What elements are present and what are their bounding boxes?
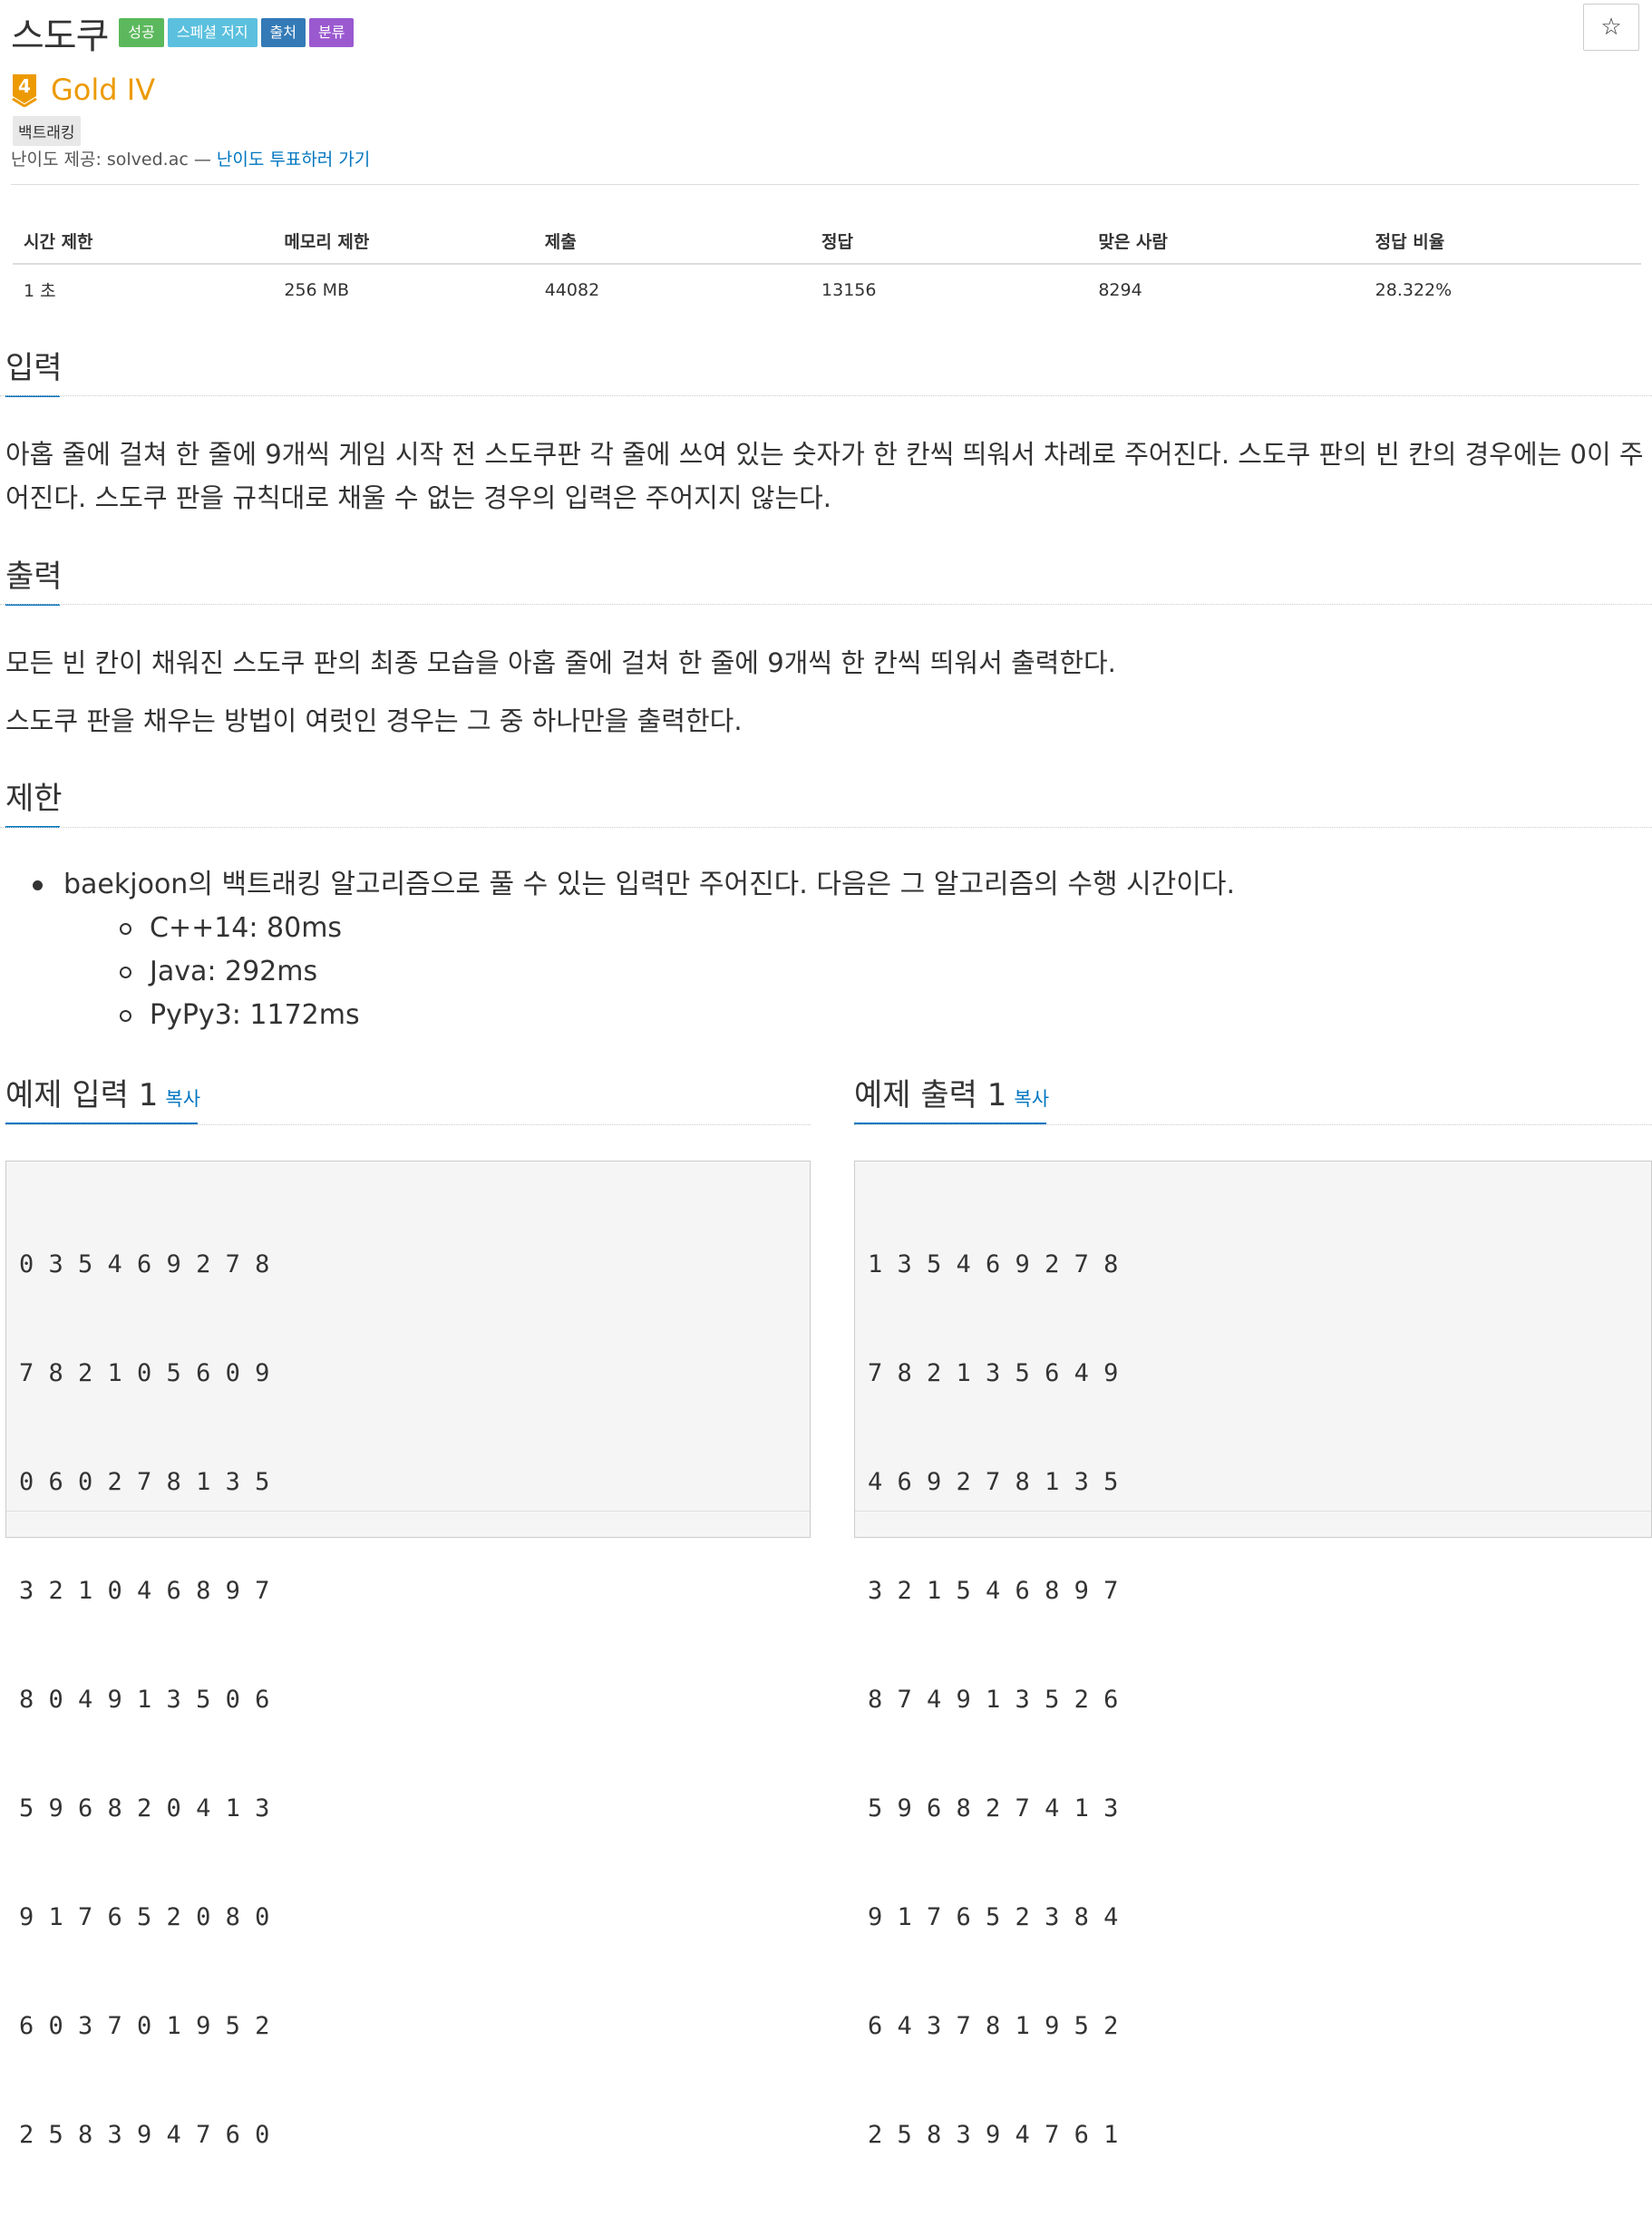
section-divider [0,604,1652,605]
input-description: 아홉 줄에 걸쳐 한 줄에 9개씩 게임 시작 전 스도쿠판 각 줄에 쓰여 있… [5,439,1644,513]
sample-input-title-text: 예제 입력 1 [5,1077,159,1113]
sample-input-title: 예제 입력 1 복사 [5,1070,200,1114]
copy-input-button[interactable]: 복사 [165,1088,200,1110]
code-line: 5 9 6 8 2 7 4 1 3 [868,1794,1119,1823]
code-line: 0 6 0 2 7 8 1 3 5 [19,1468,270,1496]
solvers-value: 8294 [1098,279,1142,300]
list-item: C++14: 80ms [63,907,1235,950]
difficulty-provider: 난이도 제공: solved.ac — 난이도 투표하러 가기 [11,146,370,170]
code-line: 8 0 4 9 1 3 5 0 6 [19,1686,270,1714]
output-title-text: 출력 [5,559,63,595]
list-item: PyPy3: 1172ms [63,994,1235,1037]
tier-text[interactable]: Gold IV [51,73,155,107]
code-line: 6 0 3 7 0 1 9 5 2 [19,2012,270,2040]
provider-prefix: 난이도 제공: solved.ac — [11,150,217,170]
divider [6,1511,810,1537]
limit-title-text: 제한 [5,781,63,817]
tier: 4 Gold IV [11,73,155,107]
code-line: 9 1 7 6 5 2 3 8 4 [868,1903,1119,1931]
circle-bullet-icon [120,923,131,935]
problem-title: 스도쿠 [11,15,109,57]
algorithm-tag[interactable]: 백트래킹 [13,116,81,146]
limit-list: baekjoon의 백트래킹 알고리즘으로 풀 수 있는 입력만 주어진다. 다… [33,863,1235,1037]
limit-item-text: PyPy3: 1172ms [150,999,360,1031]
output-description-2: 스도쿠 판을 채우는 방법이 여럿인 경우는 그 중 하나만을 출력한다. [5,705,743,736]
output-description-1: 모든 빈 칸이 채워진 스도쿠 판의 최종 모습을 아홉 줄에 걸쳐 한 줄에 … [5,647,1116,678]
favorite-button[interactable]: ☆ [1583,4,1639,51]
code-line: 0 3 5 4 6 9 2 7 8 [19,1250,270,1278]
code-line: 1 3 5 4 6 9 2 7 8 [868,1250,1119,1278]
header-accept-ratio: 정답 비율 [1364,218,1641,265]
code-line: 8 7 4 9 1 3 5 2 6 [868,1686,1119,1714]
code-line: 4 6 9 2 7 8 1 3 5 [868,1468,1119,1496]
code-line: 3 2 1 5 4 6 8 9 7 [868,1577,1119,1605]
limit-main-text: baekjoon의 백트래킹 알고리즘으로 풀 수 있는 입력만 주어진다. 다… [63,869,1236,900]
time-limit-value: 1 초 [24,281,56,301]
header-accepted: 정답 [811,218,1088,265]
section-divider [0,827,1652,828]
limit-section-title: 제한 [5,773,63,828]
memory-limit-value: 256 MB [284,279,350,300]
sample-output-title-text: 예제 출력 1 [854,1077,1007,1113]
limit-item-text: Java: 292ms [150,956,318,987]
code-line: 7 8 2 1 0 5 6 0 9 [19,1359,270,1387]
section-divider [854,1124,1652,1125]
divider [855,1511,1651,1537]
limit-item-text: C++14: 80ms [150,912,343,944]
sample-input-box[interactable]: 0 3 5 4 6 9 2 7 8 7 8 2 1 0 5 6 0 9 0 6 … [5,1161,811,2149]
bullet-icon [33,880,43,890]
table-row: 1 초 256 MB 44082 13156 8294 28.322% [13,264,1641,315]
section-divider [0,395,1652,396]
difficulty-vote-link[interactable]: 난이도 투표하러 가기 [217,150,370,170]
submissions-value: 44082 [544,279,600,300]
input-title-text: 입력 [5,350,63,386]
circle-bullet-icon [120,967,131,978]
problem-info-table: 시간 제한 메모리 제한 제출 정답 맞은 사람 정답 비율 1 초 256 M… [13,218,1641,315]
code-line: 3 2 1 0 4 6 8 9 7 [19,1577,270,1605]
code-line: 2 5 8 3 9 4 7 6 0 [19,2121,270,2149]
header-solvers: 맞은 사람 [1087,218,1365,265]
table-header-row: 시간 제한 메모리 제한 제출 정답 맞은 사람 정답 비율 [13,218,1641,265]
tier-badge-number: 4 [18,75,31,97]
copy-output-button[interactable]: 복사 [1014,1088,1049,1110]
code-line: 9 1 7 6 5 2 0 8 0 [19,1903,270,1931]
code-line: 7 8 2 1 3 5 6 4 9 [868,1359,1119,1387]
problem-header: 스도쿠 성공 스페셜 저지 출처 분류 [11,7,357,57]
code-line: 5 9 6 8 2 0 4 1 3 [19,1794,270,1823]
header-time-limit: 시간 제한 [13,218,274,265]
tier-badge-icon: 4 [12,74,37,107]
header-submissions: 제출 [533,218,811,265]
section-divider [5,1124,811,1125]
sample-output-title: 예제 출력 1 복사 [854,1070,1049,1114]
sample-output-box[interactable]: 1 3 5 4 6 9 2 7 8 7 8 2 1 3 5 6 4 9 4 6 … [854,1161,1652,2149]
accept-ratio-value: 28.322% [1375,279,1453,300]
header-memory-limit: 메모리 제한 [273,218,534,265]
code-line: 6 4 3 7 8 1 9 5 2 [868,2012,1119,2040]
code-line: 2 5 8 3 9 4 7 6 1 [868,2121,1119,2149]
limit-sublist: C++14: 80ms Java: 292ms PyPy3: 1172ms [63,907,1235,1037]
output-section-title: 출력 [5,551,63,606]
label-special-judge: 스페셜 저지 [167,17,258,47]
divider [11,184,1639,185]
list-item: baekjoon의 백트래킹 알고리즘으로 풀 수 있는 입력만 주어진다. 다… [33,863,1235,1037]
circle-bullet-icon [120,1010,131,1022]
label-source[interactable]: 출처 [260,17,306,47]
list-item: Java: 292ms [63,950,1235,994]
input-section-title: 입력 [5,343,63,397]
label-success: 성공 [119,17,164,47]
star-icon: ☆ [1600,14,1622,41]
label-category[interactable]: 분류 [309,17,355,47]
accepted-value: 13156 [821,279,877,300]
